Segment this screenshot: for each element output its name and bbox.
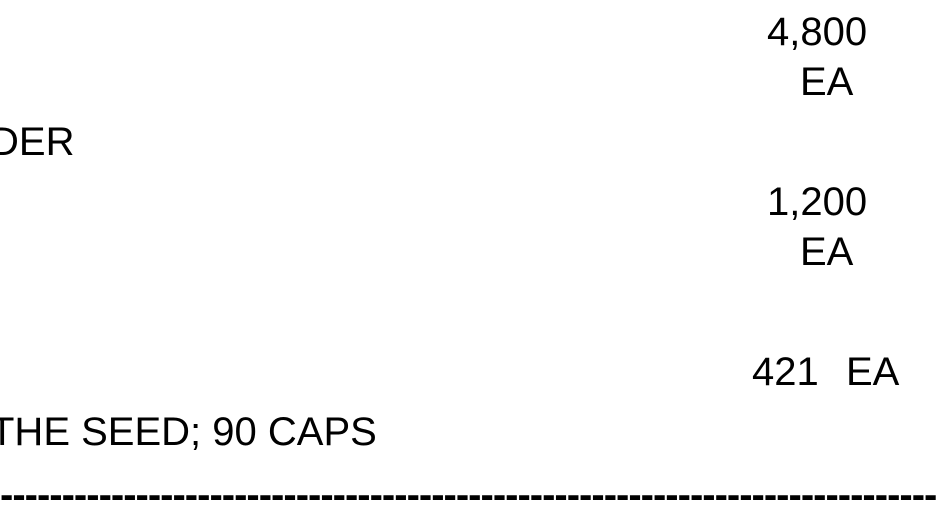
dashed-separator: ----------------------------------------… [0, 480, 937, 510]
item-quantity: 1,200 [767, 180, 868, 224]
item-quantity: 421 [752, 350, 819, 394]
item-description: DER [0, 120, 75, 164]
item-quantity: 4,800 [767, 10, 868, 54]
item-unit: EA [800, 230, 854, 274]
item-unit: EA [800, 60, 854, 104]
item-description: THE SEED; 90 CAPS [0, 410, 377, 454]
item-unit: EA [846, 350, 900, 394]
document-page: 4,800 EA DER 1,200 EA 421 EA THE SEED; 9… [0, 0, 941, 532]
